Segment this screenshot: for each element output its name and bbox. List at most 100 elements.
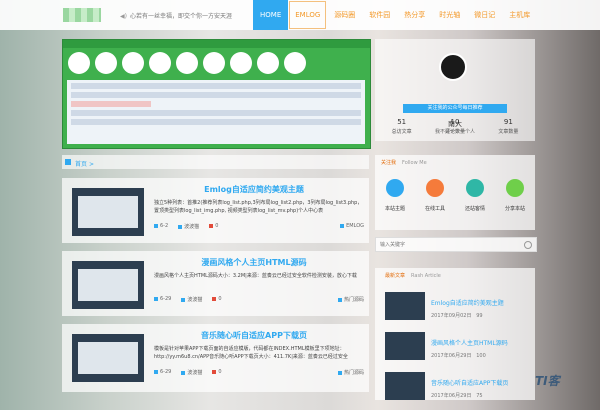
post-item: 漫画风格个人主页HTML源码 漫画风格个人主页HTML源码大小：3.2M|来源：…	[62, 251, 369, 316]
thumbnail-screen	[78, 269, 138, 301]
stat-value: 10	[450, 118, 460, 126]
banner-icon	[68, 52, 90, 74]
post-title[interactable]: Emlog自适应简约美观主题	[154, 184, 354, 195]
nav-source[interactable]: 源码圈	[327, 0, 362, 30]
nav-emlog[interactable]: EMLOG	[288, 0, 327, 30]
latest-item[interactable]: 音乐随心听自适应APP下载页 2017年06月29日 75	[385, 370, 530, 410]
search-input[interactable]	[376, 238, 512, 251]
post-tag[interactable]: 热门源码	[337, 296, 364, 303]
follow-widget: 关注我 Follow Me 本站主题 在线工具 还站客情 分享本站	[375, 155, 535, 230]
site-logo[interactable]	[63, 8, 101, 22]
widget-subtitle: Follow Me	[402, 160, 427, 166]
follow-header: 关注我 Follow Me	[381, 159, 427, 166]
banner-row	[71, 83, 361, 89]
avatar[interactable]	[439, 53, 467, 81]
home-icon	[65, 159, 71, 165]
latest-thumbnail	[385, 292, 425, 320]
post-thumbnail[interactable]	[72, 334, 144, 382]
clock-icon	[154, 296, 158, 301]
chat-icon	[465, 179, 484, 197]
breadcrumb-home[interactable]: 首页 >	[75, 159, 94, 168]
banner-icon	[149, 52, 171, 74]
nav-home[interactable]: HOME	[253, 0, 289, 30]
latest-meta: 2017年06月29日 100	[431, 353, 486, 359]
banner-icon	[284, 52, 306, 74]
post-comments[interactable]: 0	[212, 296, 222, 303]
follow-wechat-button[interactable]: 关注我的公众号每日推荐	[403, 104, 507, 113]
post-item: 音乐随心听自适应APP下载页 模板是针对苹果APP下载页面的自适应模版，代码都在…	[62, 324, 369, 392]
share-icon	[505, 179, 524, 197]
post-thumbnail[interactable]	[72, 261, 144, 309]
banner-content	[67, 80, 365, 144]
follow-theme[interactable]: 本站主题	[385, 179, 405, 212]
comment-icon	[212, 296, 217, 301]
user-icon	[181, 370, 186, 375]
comment-icon	[212, 369, 217, 374]
banner-icon	[203, 52, 225, 74]
latest-title[interactable]: 漫画风格个人主页HTML源码	[431, 338, 531, 347]
banner-icon	[122, 52, 144, 74]
download-icon	[385, 179, 404, 197]
latest-articles-widget: 最新文章 Rash Article Emlog自适应简约美观主题 2017年09月…	[375, 268, 535, 400]
watermark: TI客	[535, 374, 560, 388]
banner-row	[71, 110, 361, 116]
speaker-icon: ◀)	[120, 13, 127, 20]
nav-timeline[interactable]: 时光轴	[432, 0, 467, 30]
latest-header: 最新文章 Rash Article	[385, 272, 441, 279]
latest-meta: 2017年09月02日 99	[431, 313, 483, 319]
post-title[interactable]: 漫画风格个人主页HTML源码	[154, 257, 354, 268]
search-box	[375, 237, 537, 252]
post-author[interactable]: 波波猫	[178, 223, 199, 230]
post-comments[interactable]: 0	[212, 369, 222, 376]
comment-icon	[209, 223, 214, 228]
post-item: Emlog自适应简约美观主题 独立5种列表：首推2(推荐列表log_list.p…	[62, 178, 369, 243]
latest-meta: 2017年06月29日 75	[431, 393, 483, 399]
post-date: 6-2	[154, 223, 168, 230]
nav-host[interactable]: 主机库	[502, 0, 537, 30]
post-meta: 6-29 波波猫 0 热门源码	[154, 296, 364, 303]
featured-banner-image[interactable]	[62, 39, 371, 149]
thumbnail-screen	[78, 196, 138, 228]
latest-title[interactable]: Emlog自适应简约美观主题	[431, 298, 531, 307]
stat-articles: 91 文章数量	[482, 118, 535, 135]
post-tag[interactable]: EMLOG	[340, 223, 364, 230]
post-meta: 6-29 波波猫 0 热门源码	[154, 369, 364, 376]
post-thumbnail[interactable]	[72, 188, 144, 236]
latest-item[interactable]: Emlog自适应简约美观主题 2017年09月02日 99	[385, 290, 530, 330]
post-excerpt: 独立5种列表：首推2(推荐列表log_list.php,3列布局log_list…	[154, 200, 363, 214]
latest-title[interactable]: 音乐随心听自适应APP下载页	[431, 378, 531, 387]
banner-row	[71, 101, 151, 107]
nav-share[interactable]: 热分享	[397, 0, 432, 30]
post-comments[interactable]: 0	[209, 223, 218, 230]
banner-icon	[230, 52, 252, 74]
latest-thumbnail	[385, 332, 425, 360]
nav-diary[interactable]: 微日记	[467, 0, 502, 30]
post-date: 6-29	[154, 369, 171, 376]
post-title[interactable]: 音乐随心听自适应APP下载页	[154, 330, 354, 341]
follow-share[interactable]: 分享本站	[505, 179, 525, 212]
stat-label: 总访文章	[391, 129, 412, 135]
stat-label: 文章数量	[498, 129, 519, 135]
nav-software[interactable]: 软件园	[362, 0, 397, 30]
follow-tools[interactable]: 在线工具	[425, 179, 445, 212]
banner-row	[71, 92, 361, 98]
follow-feedback[interactable]: 还站客情	[465, 179, 485, 212]
banner-window-bar	[63, 40, 370, 48]
breadcrumb: 首页 >	[62, 155, 369, 169]
post-author[interactable]: 波波猫	[181, 296, 202, 303]
user-icon	[181, 297, 186, 302]
stat-value: 51	[397, 118, 407, 126]
tag-icon	[337, 370, 342, 375]
main-nav: HOME EMLOG 源码圈 软件园 热分享 时光轴 微日记 主机库	[253, 0, 537, 30]
latest-item[interactable]: 漫画风格个人主页HTML源码 2017年06月29日 100	[385, 330, 530, 370]
post-excerpt: 漫画风格个人主页HTML源码大小：3.2M|来源：蓝奏云已经过安全软件检测安装，…	[154, 273, 357, 279]
latest-thumbnail	[385, 372, 425, 400]
stat-label: 评论数量	[444, 129, 465, 135]
profile-stats: 51 总访文章 10 评论数量 91 文章数量	[375, 118, 535, 135]
post-author[interactable]: 波波猫	[181, 369, 202, 376]
search-icon[interactable]	[524, 241, 532, 249]
clock-icon	[154, 369, 158, 374]
announcement-text: 心若有一丝幸福，即交个你一方安天涯	[129, 13, 232, 20]
post-tag[interactable]: 热门源码	[337, 369, 364, 376]
tag-icon	[337, 297, 342, 302]
